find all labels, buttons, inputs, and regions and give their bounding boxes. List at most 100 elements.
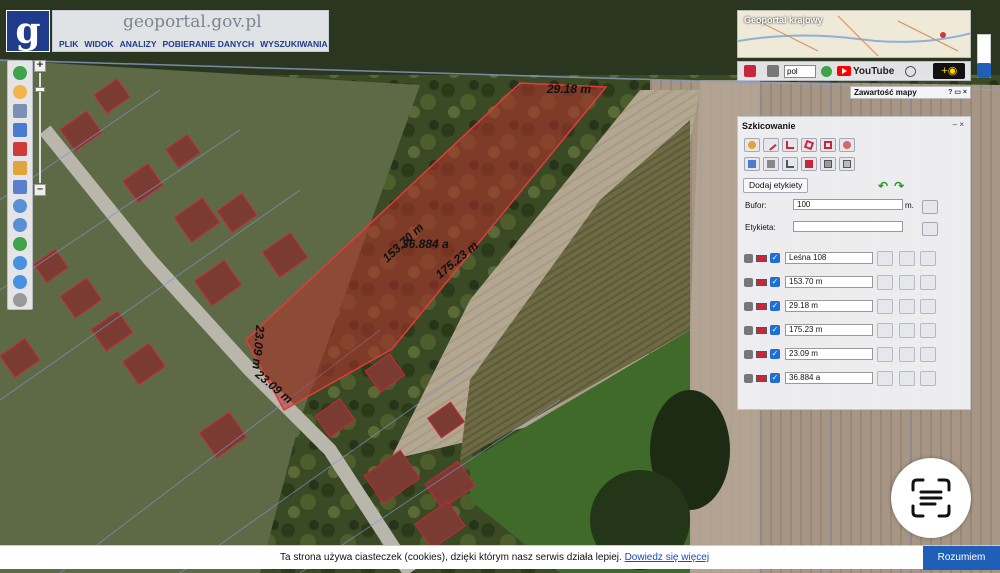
chevron-down-icon[interactable] [920,347,936,362]
apply-buffer-icon[interactable] [922,200,938,214]
sketch-item-label[interactable]: 29.18 m [785,300,873,312]
pencil-icon[interactable] [13,161,27,175]
cookie-accept-button[interactable]: Rozumiem [923,546,1000,570]
sketch-item-label[interactable]: 153.70 m [785,276,873,288]
shape-type-icon [744,350,753,359]
redo-icon[interactable]: ↷ [894,179,904,193]
sketch-item-label[interactable]: 36.884 a [785,372,873,384]
chevron-down-icon[interactable] [920,323,936,338]
color-swatch[interactable] [756,375,767,382]
map-contents-controls[interactable]: ? ▭ × [948,87,967,98]
full-extent-icon[interactable] [13,237,27,251]
label-input[interactable] [793,221,903,232]
cookie-more-link[interactable]: Dowiedz się więcej [625,552,709,563]
chevron-down-icon[interactable] [920,299,936,314]
language-select[interactable]: pol [784,64,816,78]
style-icon[interactable] [877,347,893,362]
youtube-link[interactable]: YouTube [837,66,894,77]
menu-pobieranie-danych[interactable]: POBIERANIE DANYCH [163,39,255,49]
zoom-in-icon[interactable] [13,199,27,213]
menu-analizy[interactable]: ANALIZY [120,39,157,49]
zoom-minus-icon[interactable]: – [34,184,46,196]
sketch-panel-controls[interactable]: – × [953,120,964,129]
pan-icon[interactable] [13,293,27,307]
delete-shape-icon[interactable] [801,157,817,171]
zoom-to-icon[interactable] [899,323,915,338]
visibility-checkbox[interactable]: ✓ [770,253,780,263]
menu-wyszukiwania[interactable]: WYSZUKIWANIA [260,39,328,49]
zoom-plus-icon[interactable]: + [34,60,46,72]
scan-text-icon [911,478,951,518]
visibility-checkbox[interactable]: ✓ [770,349,780,359]
shape-type-icon [744,374,753,383]
info-icon[interactable] [13,66,27,80]
draw-polyline-icon[interactable] [782,138,798,152]
geoportal-logo[interactable]: g [6,10,50,52]
zoom-out-icon[interactable] [13,218,27,232]
draw-rectangle-icon[interactable] [820,138,836,152]
draw-polygon-icon[interactable] [801,138,817,152]
sketch-panel-title: Szkicowanie [742,121,796,131]
buffer-input[interactable]: 100 [793,199,903,210]
zoom-to-icon[interactable] [899,299,915,314]
sketch-item-label[interactable]: 23.09 m [785,348,873,360]
visibility-checkbox[interactable]: ✓ [770,325,780,335]
color-swatch[interactable] [756,279,767,286]
cookie-message: Ta strona używa ciasteczek (cookies), dz… [280,552,709,563]
zoom-to-icon[interactable] [899,275,915,290]
zoom-to-icon[interactable] [899,251,915,266]
zoom-thumb[interactable] [35,87,45,92]
draw-point-icon[interactable] [744,138,760,152]
add-labels-button[interactable]: Dodaj etykiety [743,178,809,193]
overview-map[interactable]: Geoportal krajowy [737,10,971,58]
identify-icon[interactable] [13,85,27,99]
visibility-checkbox[interactable]: ✓ [770,277,780,287]
sketch-item: ✓ 29.18 m [744,298,966,316]
zoom-to-icon[interactable] [899,347,915,362]
color-swatch[interactable] [756,351,767,358]
style-icon[interactable] [877,251,893,266]
scan-text-button[interactable] [891,458,971,538]
undo-icon[interactable]: ↶ [878,179,888,193]
chevron-down-icon[interactable] [920,275,936,290]
edit-shape-icon[interactable] [744,157,760,171]
color-swatch[interactable] [756,303,767,310]
map-contents-header[interactable]: Zawartość mapy ? ▭ × [850,86,971,99]
buffer-label: Bufor: [745,201,767,210]
style-icon[interactable] [877,299,893,314]
measure-icon[interactable] [782,157,798,171]
visibility-checkbox[interactable]: ✓ [770,373,780,383]
color-swatch[interactable] [756,255,767,262]
legend-icon[interactable] [13,104,27,118]
color-swatch[interactable] [756,327,767,334]
visibility-checkbox[interactable]: ✓ [770,301,780,311]
copy-shape-icon[interactable] [820,157,836,171]
style-icon[interactable] [877,323,893,338]
zoom-to-icon[interactable] [899,371,915,386]
pdf-icon[interactable] [744,65,756,77]
forward-arrow-icon[interactable] [13,275,27,289]
chevron-down-icon[interactable] [920,251,936,266]
chevron-down-icon[interactable] [920,371,936,386]
export-icon[interactable] [839,157,855,171]
draw-circle-icon[interactable] [839,138,855,152]
draw-line-icon[interactable] [763,138,779,152]
move-shape-icon[interactable] [763,157,779,171]
accessibility-icon[interactable] [905,65,917,77]
style-icon[interactable] [877,371,893,386]
select-area-icon[interactable] [13,123,27,137]
sketch-item-label[interactable]: 175.23 m [785,324,873,336]
contrast-eye-icon[interactable]: +◉ [933,63,966,79]
style-icon[interactable] [877,275,893,290]
apply-label-icon[interactable] [922,222,938,236]
printer-icon[interactable] [767,65,779,77]
eye-toggle-icon[interactable] [977,63,991,78]
help-icon[interactable] [821,65,832,77]
zoom-slider[interactable]: + – [34,60,46,196]
back-arrow-icon[interactable] [13,256,27,270]
xyz-icon[interactable] [13,180,27,194]
menu-plik[interactable]: PLIK [59,39,78,49]
print-area-icon[interactable] [13,142,27,156]
sketch-item-label[interactable]: Leśna 108 [785,252,873,264]
menu-widok[interactable]: WIDOK [84,39,113,49]
